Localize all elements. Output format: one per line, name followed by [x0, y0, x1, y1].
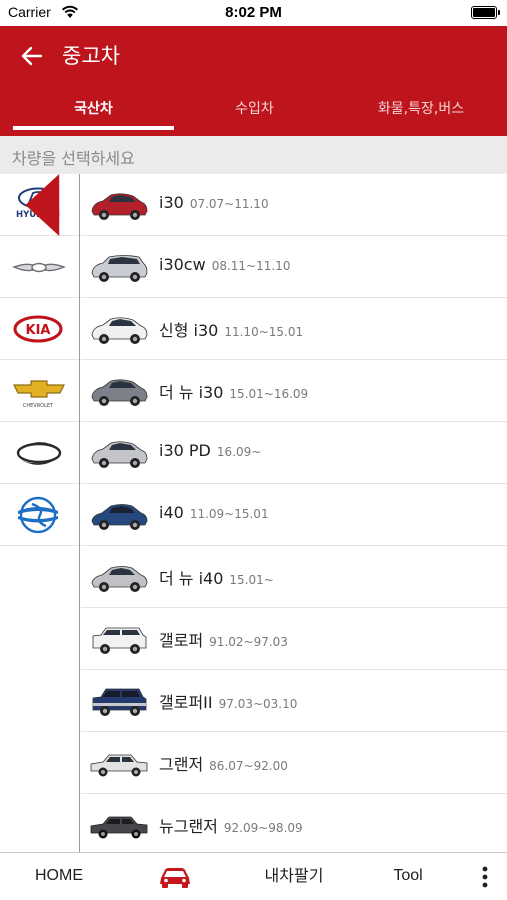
model-period: 97.03~03.10	[218, 697, 298, 711]
car-thumbnail	[91, 193, 148, 220]
model-period: 15.01~	[229, 573, 274, 587]
kia-logo: KIA	[13, 315, 63, 343]
back-arrow-icon[interactable]	[18, 42, 46, 70]
chevrolet-wordmark: CHEVROLET	[23, 403, 54, 409]
model-period: 91.02~97.03	[209, 635, 288, 649]
brand-item-genesis[interactable]	[0, 236, 79, 298]
model-name: i30	[159, 193, 184, 212]
model-period: 92.09~98.09	[223, 821, 303, 835]
battery-icon	[471, 6, 500, 19]
ssangyong-logo	[18, 496, 58, 534]
status-bar: Carrier 8:02 PM	[0, 0, 507, 26]
brand-item-hyundai[interactable]: HYUNDAI	[0, 174, 79, 236]
brand-item-renault-samsung[interactable]	[0, 422, 79, 484]
car-thumbnail	[91, 379, 148, 406]
bottom-nav: HOME 내차팔기 Tool	[0, 852, 507, 900]
nav-used-car[interactable]	[150, 853, 200, 900]
nav-tool[interactable]: Tool	[370, 853, 446, 900]
model-period: 07.07~11.10	[189, 197, 269, 211]
brand-item-ssangyong[interactable]	[0, 484, 79, 546]
car-icon	[160, 868, 190, 888]
car-thumbnail	[92, 688, 147, 716]
clock: 8:02 PM	[225, 4, 282, 21]
model-name: i30 PD	[159, 441, 211, 460]
car-thumbnail	[91, 504, 148, 530]
nav-more[interactable]	[470, 853, 500, 900]
car-thumbnail	[90, 816, 148, 839]
car-thumbnail	[91, 441, 148, 468]
model-name: 뉴그랜저	[159, 817, 218, 836]
model-name: 더 뉴 i40	[159, 569, 224, 588]
list-item[interactable]: 갤로퍼 91.02~97.03	[81, 608, 507, 670]
model-name: 더 뉴 i30	[159, 383, 224, 402]
renault-samsung-logo	[16, 442, 62, 465]
list-item[interactable]: i30 PD 16.09~	[81, 422, 507, 484]
model-name: i30cw	[159, 255, 206, 274]
list-item[interactable]: 뉴그랜저 92.09~98.09	[81, 794, 507, 856]
chevrolet-logo: CHEVROLET	[13, 380, 65, 409]
list-item[interactable]: 더 뉴 i30 15.01~16.09	[81, 360, 507, 422]
brand-item-chevrolet[interactable]: CHEVROLET	[0, 360, 79, 422]
model-name: 신형 i30	[159, 321, 219, 340]
car-thumbnail	[91, 566, 148, 592]
nav-sell-my-car[interactable]: 내차팔기	[244, 853, 344, 900]
app-header: 중고차 국산차 수입차 화물,특장,버스	[0, 26, 507, 136]
nav-home[interactable]: HOME	[14, 853, 104, 900]
model-name: i40	[159, 503, 184, 522]
tab-imported[interactable]: 수입차	[174, 92, 335, 136]
list-item[interactable]: i30 07.07~11.10	[81, 174, 507, 236]
model-name: 갤로퍼	[159, 631, 204, 650]
list-item[interactable]: 신형 i30 11.10~15.01	[81, 298, 507, 360]
model-period: 86.07~92.00	[209, 759, 288, 773]
model-period: 16.09~	[216, 445, 262, 459]
car-thumbnail	[91, 255, 148, 282]
kia-wordmark: KIA	[26, 323, 51, 338]
selected-tab-indicator	[13, 126, 174, 130]
list-item[interactable]: i30cw 08.11~11.10	[81, 236, 507, 298]
car-thumbnail	[90, 754, 148, 777]
more-vertical-icon	[482, 866, 488, 888]
tab-truck-special-bus[interactable]: 화물,특장,버스	[335, 92, 507, 136]
list-item[interactable]: i40 11.09~15.01	[81, 484, 507, 546]
list-item[interactable]: 더 뉴 i40 15.01~	[81, 546, 507, 608]
instruction-bar: 차량을 선택하세요	[0, 136, 507, 174]
model-period: 08.11~11.10	[211, 259, 291, 273]
model-list: i30 07.07~11.10 i30cw 08.11~11.10 신형 i30 11…	[81, 174, 507, 856]
model-period: 15.01~16.09	[229, 387, 309, 401]
page-title: 중고차	[62, 44, 120, 68]
model-period: 11.09~15.01	[189, 507, 269, 521]
list-item[interactable]: 갤로퍼II 97.03~03.10	[81, 670, 507, 732]
model-name: 그랜저	[159, 755, 204, 774]
car-thumbnail	[91, 317, 148, 344]
model-period: 11.10~15.01	[224, 325, 304, 339]
genesis-logo	[12, 262, 66, 273]
list-item[interactable]: 그랜저 86.07~92.00	[81, 732, 507, 794]
car-thumbnail	[92, 627, 147, 654]
brand-list: HYUNDAI KIA CHEVROLET	[0, 174, 80, 852]
instruction-text: 차량을 선택하세요	[12, 149, 135, 168]
model-name: 갤로퍼II	[159, 693, 213, 712]
brand-item-kia[interactable]: KIA	[0, 298, 79, 360]
selected-brand-arrow-icon	[25, 174, 60, 236]
